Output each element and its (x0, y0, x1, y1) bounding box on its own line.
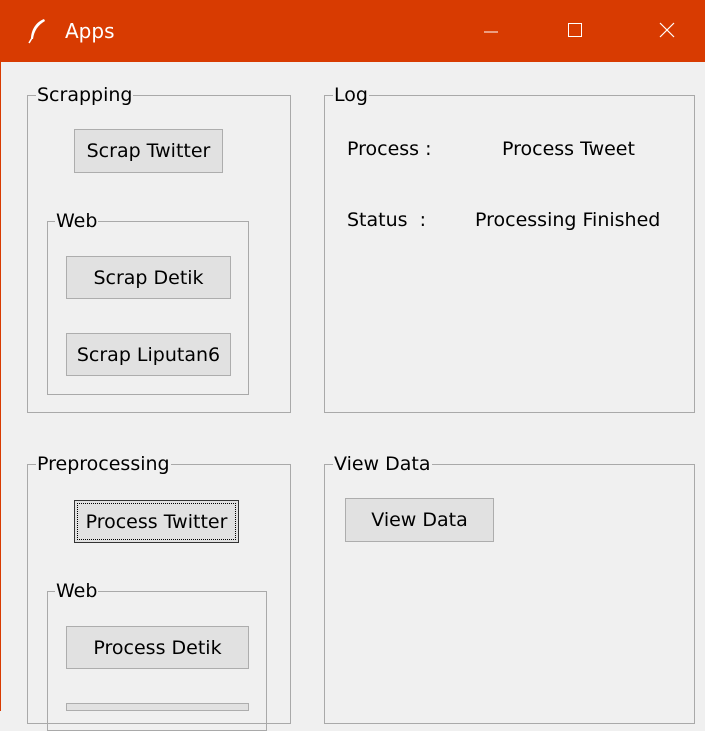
preprocessing-legend: Preprocessing (36, 452, 171, 476)
title-bar[interactable]: Apps (0, 0, 705, 62)
maximize-icon (568, 23, 582, 37)
process-value: Process Tweet (502, 138, 635, 160)
process-twitter-button[interactable]: Process Twitter (74, 500, 239, 543)
log-legend: Log (333, 83, 369, 107)
feather-icon (28, 19, 45, 44)
window-border (0, 62, 1, 711)
view-data-button[interactable]: View Data (345, 498, 494, 542)
close-button[interactable] (632, 0, 702, 62)
window-title: Apps (65, 19, 115, 43)
close-icon (659, 22, 675, 38)
minimize-icon (484, 31, 498, 33)
process-liputan6-button[interactable] (66, 703, 249, 711)
scrap-liputan6-button[interactable]: Scrap Liputan6 (66, 333, 231, 376)
scrapping-legend: Scrapping (36, 83, 134, 107)
scrap-detik-button[interactable]: Scrap Detik (66, 256, 231, 299)
status-value: Processing Finished (475, 209, 661, 231)
preprocessing-web-legend: Web (55, 579, 99, 603)
process-detik-button[interactable]: Process Detik (66, 626, 249, 669)
scrap-twitter-button[interactable]: Scrap Twitter (74, 129, 223, 173)
status-label: Status : (347, 209, 427, 231)
view-data-legend: View Data (333, 452, 432, 476)
maximize-button[interactable] (540, 0, 610, 62)
scrapping-web-legend: Web (55, 209, 99, 233)
process-label: Process : (347, 138, 432, 160)
minimize-button[interactable] (456, 0, 526, 62)
